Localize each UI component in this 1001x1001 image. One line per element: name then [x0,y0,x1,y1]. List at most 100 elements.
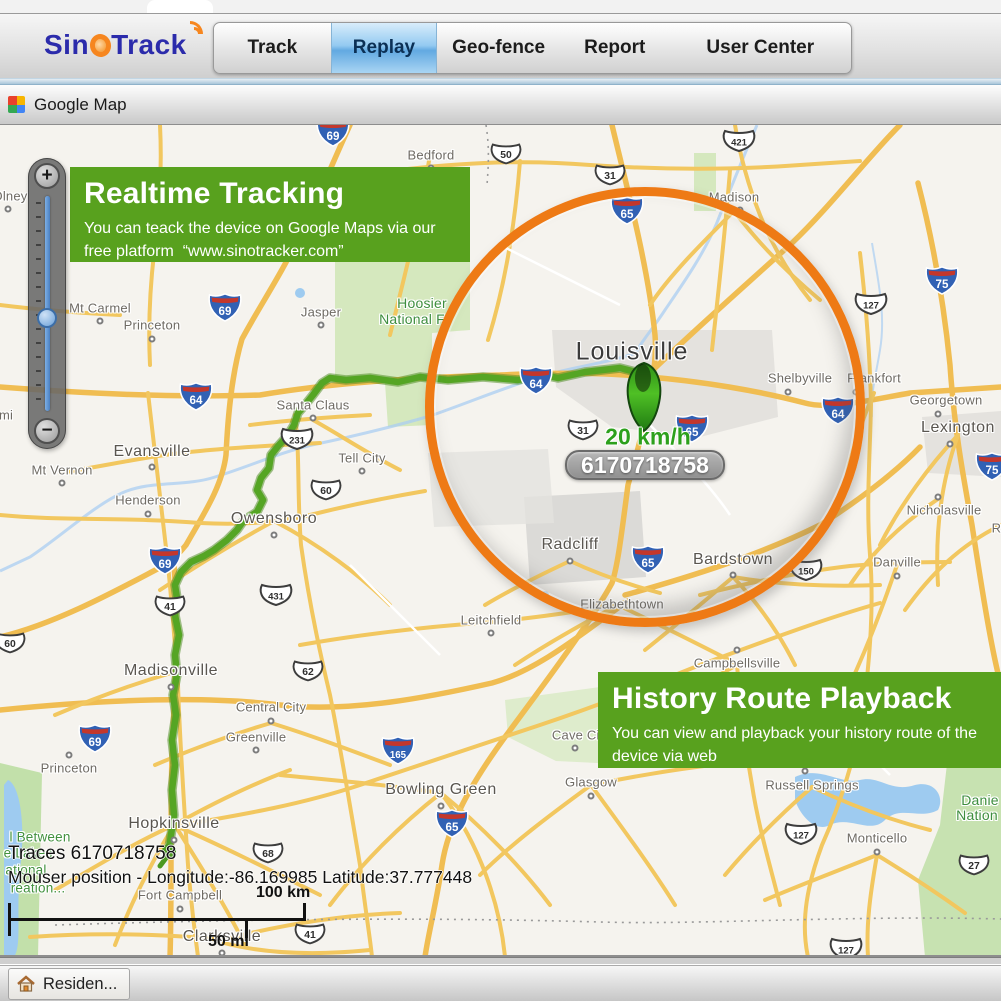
signal-waves-icon [187,21,203,37]
city-dot [268,718,275,725]
map-label: Ri [992,521,1001,536]
city-dot [253,747,260,754]
city-dot [168,684,175,691]
city-dot [97,318,104,325]
magnifier-circle [425,187,865,627]
zoom-slider-handle[interactable] [37,308,57,328]
svg-text:62: 62 [302,667,314,678]
tab-geo-fence[interactable]: Geo-fence [437,23,560,73]
svg-text:65: 65 [446,821,459,834]
city-dot [310,415,317,422]
city-dot [588,793,595,800]
tab-report[interactable]: Report [560,23,670,73]
tab-replay[interactable]: Replay [331,23,438,73]
map-label: Madisonville [124,662,218,680]
interstate-shield-69: 69 [78,724,113,758]
logo-text-track: Track [111,29,187,60]
map-provider-bar: Google Map [0,85,1001,125]
city-dot [177,906,184,913]
logo-text-sin: Sin [44,29,89,60]
map-label: Danie [961,792,999,808]
svg-text:31: 31 [604,171,616,182]
interstate-shield-69: 69 [208,293,243,327]
map-canvas[interactable]: OlneyBedfordMadisonMt CarmelPrincetonJas… [0,125,1001,957]
svg-text:68: 68 [262,849,274,860]
map-label: National F [379,311,445,327]
sinotrack-window: SinTrack TrackReplayGeo-fenceReportUser … [0,0,1001,1001]
window-top-strip [0,0,1001,13]
city-dot [149,336,156,343]
us-route-shield-50: 50 [490,141,522,172]
city-dot [66,752,73,759]
speed-label: 20 km/h [605,424,691,451]
svg-text:41: 41 [164,602,176,613]
us-route-shield-127: 127 [781,821,821,852]
map-label: Hopkinsville [128,815,219,833]
map-label: Princeton [124,318,181,333]
zoom-slider[interactable]: + − [28,158,66,449]
map-label: Danville [873,555,921,570]
us-route-shield-431: 431 [256,582,296,613]
tab-user-center[interactable]: User Center [670,23,851,73]
interstate-shield-69: 69 [148,546,183,580]
city-dot [572,745,579,752]
map-label: Mt Carmel [69,301,131,316]
map-label: Georgetown [910,393,983,408]
taskbar-tab[interactable]: Residen... [8,968,130,1000]
zoom-slider-ticks [36,202,41,405]
svg-text:69: 69 [327,130,340,143]
map-label: mi [0,408,13,423]
taskbar-tab-label: Residen... [43,975,117,994]
map-label: Greenville [226,730,287,745]
map-label: Bowling Green [385,781,496,799]
map-label: Campbellsville [694,656,781,671]
taskbar: Residen... [0,965,1001,1001]
map-label: Henderson [115,493,180,508]
city-dot [935,494,942,501]
logo-globe-icon [88,32,113,58]
scale-km-label: 100 km [256,884,310,902]
city-dot [947,441,954,448]
status-strip [0,957,1001,965]
us-route-shield-127: 127 [851,291,891,322]
map-label: Nation [956,807,998,823]
tab-track[interactable]: Track [214,23,331,73]
map-label: Jasper [301,305,341,320]
history-playback-callout: History Route Playback You can view and … [598,672,1001,768]
header-separator [0,78,1001,85]
zoom-in-button[interactable]: + [34,163,60,189]
svg-text:421: 421 [731,138,748,149]
map-label: Bedford [408,148,455,163]
city-dot [935,411,942,418]
scale-bar-km-tick [303,903,306,921]
city-dot [271,532,278,539]
svg-text:27: 27 [968,861,980,872]
traces-label: Traces 6170718758 [8,843,176,865]
map-label: Leitchfield [461,613,522,628]
scale-mi-label: 50 mi [208,933,249,951]
svg-text:69: 69 [219,305,232,318]
scale-bar-line [8,918,306,921]
us-route-shield-27: 27 [958,852,990,883]
map-label: Monticello [847,831,908,846]
svg-text:60: 60 [320,486,332,497]
map-label: Owensboro [231,510,317,528]
city-dot [734,647,741,654]
city-dot [5,206,12,213]
history-body: You can view and playback your history r… [612,722,987,768]
svg-text:75: 75 [936,278,949,291]
zoom-slider-track[interactable] [45,196,50,411]
city-dot [438,803,445,810]
us-route-shield-68: 68 [252,840,284,871]
interstate-shield-64: 64 [179,382,214,416]
us-route-shield-127: 127 [826,936,866,958]
city-dot [145,511,152,518]
map-label: Lexington [921,419,995,437]
map-provider-label: Google Map [34,95,127,115]
us-route-shield-60: 60 [310,477,342,508]
map-label: Olney [0,189,27,204]
zoom-out-button[interactable]: − [34,418,60,444]
svg-text:165: 165 [390,750,407,761]
city-dot [59,480,66,487]
map-label: Princeton [41,761,98,776]
